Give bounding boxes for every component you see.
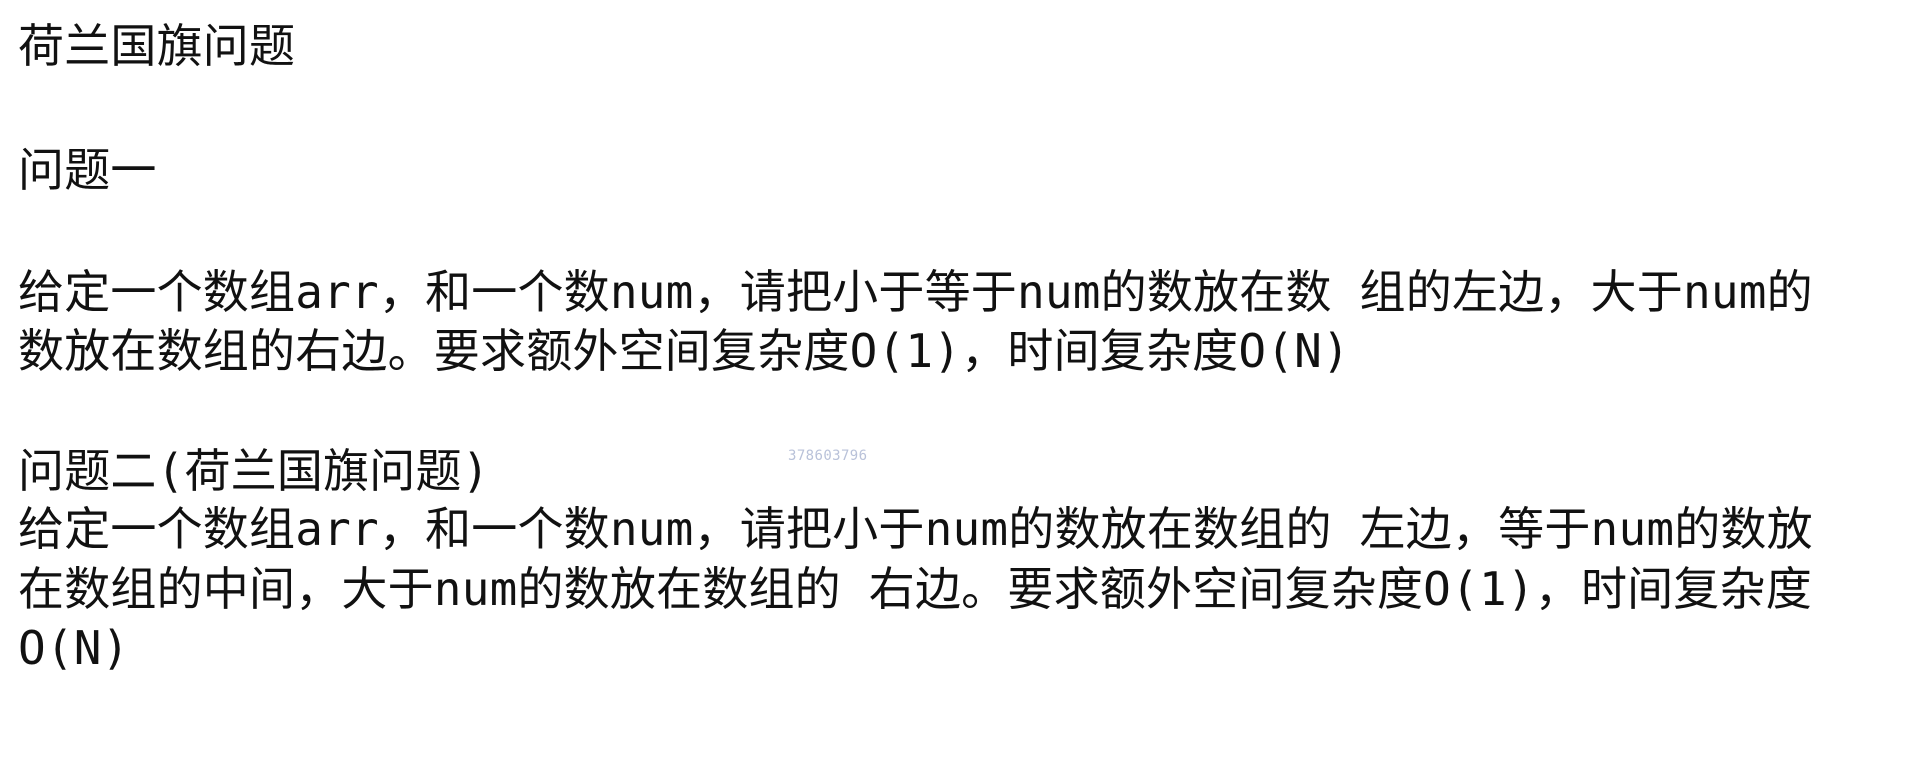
watermark-text: 378603796 [788,448,868,464]
document-page: 荷兰国旗问题 问题一 给定一个数组arr，和一个数num，请把小于等于num的数… [0,0,1928,762]
problem-two-line-2: 在数组的中间，大于num的数放在数组的 右边。要求额外空间复杂度O(1)，时间复… [18,562,1812,616]
problem-one-line-2: 数放在数组的右边。要求额外空间复杂度O(1)，时间复杂度O(N) [18,324,1350,378]
problem-one-heading: 问题一 [18,143,157,197]
problem-two-line-3: O(N) [18,621,130,675]
problem-two-heading: 问题二(荷兰国旗问题) [18,444,490,498]
problem-two-line-1: 给定一个数组arr，和一个数num，请把小于num的数放在数组的 左边，等于nu… [18,502,1813,556]
page-title: 荷兰国旗问题 [18,19,296,73]
problem-one-line-1: 给定一个数组arr，和一个数num，请把小于等于num的数放在数 组的左边，大于… [18,265,1813,319]
